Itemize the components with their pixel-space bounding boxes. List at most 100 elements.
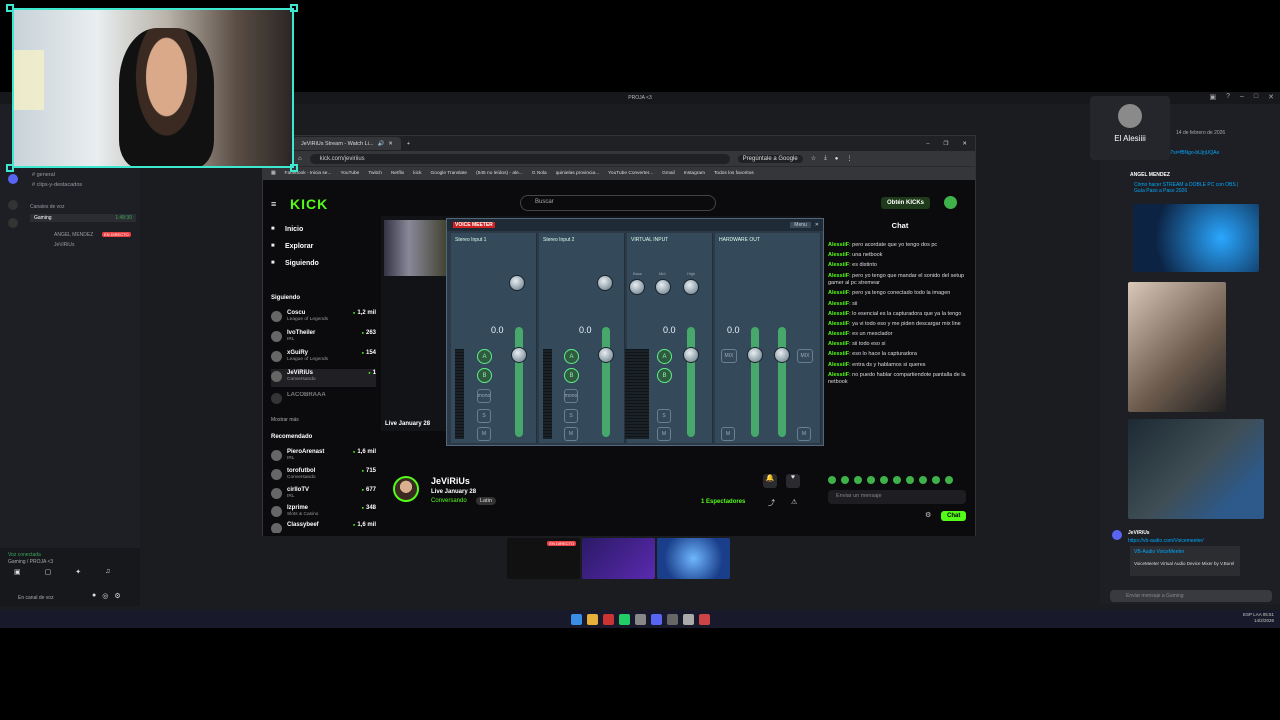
- bookmark[interactable]: quinielas provincia...: [556, 171, 599, 176]
- fader-gain[interactable]: [515, 327, 523, 437]
- bus-a-button[interactable]: A: [657, 349, 672, 364]
- channel-general[interactable]: # general: [0, 170, 140, 180]
- emote-icon[interactable]: [841, 476, 849, 484]
- heart-icon[interactable]: ♥: [786, 474, 800, 488]
- restore-icon[interactable]: ❐: [943, 141, 948, 147]
- message-link[interactable]: https://vb-audio.com/Voicemeeter/: [1128, 538, 1204, 544]
- chat-user[interactable]: AlessiiF: [828, 262, 849, 268]
- get-kicks-button[interactable]: Obtén KICKs: [881, 197, 931, 209]
- emote-icon[interactable]: [906, 476, 914, 484]
- fader-gain[interactable]: [687, 327, 695, 437]
- screen-share-icon[interactable]: ▢: [45, 568, 52, 576]
- fader-handle[interactable]: [774, 347, 790, 363]
- nav-siguiendo[interactable]: Siguiendo: [271, 260, 319, 267]
- chat-user[interactable]: AlessiiF: [828, 331, 849, 337]
- audibility-knob[interactable]: [509, 275, 525, 291]
- file-explorer-icon[interactable]: [586, 613, 598, 625]
- server-icon[interactable]: [8, 200, 18, 210]
- system-tray[interactable]: ESP LAA 05:51 14/2/2026: [1243, 612, 1274, 624]
- bus-a-button[interactable]: A: [564, 349, 579, 364]
- channel-clips[interactable]: # clips-y-destacados: [0, 180, 140, 190]
- message-input[interactable]: Enviar mensaje a Gaming: [1110, 590, 1272, 602]
- followed-channel-active[interactable]: JeViRiUsConversando 1: [271, 369, 376, 387]
- chat-user[interactable]: AlessiiF: [828, 362, 849, 368]
- chat-user[interactable]: AlessiiF: [828, 242, 849, 248]
- voice-member[interactable]: ANGEL MENDEZ: [54, 232, 93, 238]
- bookmark[interactable]: G Nola: [532, 171, 547, 176]
- inbox-icon[interactable]: ▣: [1209, 93, 1216, 101]
- fader-handle[interactable]: [598, 347, 614, 363]
- voice-member[interactable]: JeViRiUs: [54, 242, 74, 248]
- search-input[interactable]: Buscar: [520, 195, 716, 211]
- chat-user[interactable]: AlessiiF: [828, 341, 849, 347]
- emote-icon[interactable]: [828, 476, 836, 484]
- embed-title[interactable]: VB-Audio VoiceMeeter: [1134, 549, 1236, 555]
- fader-handle[interactable]: [683, 347, 699, 363]
- bus-b-button[interactable]: B: [564, 368, 579, 383]
- chat-user[interactable]: AlessiiF: [828, 321, 849, 327]
- mono-button[interactable]: mono: [477, 389, 491, 403]
- ask-google-button[interactable]: Pregúntale a Google: [737, 154, 803, 163]
- avatar[interactable]: [1112, 530, 1122, 540]
- followed-channel[interactable]: xGuiRyLeague of Legends 154: [271, 349, 376, 367]
- headphone-icon[interactable]: ◎: [102, 592, 108, 600]
- solo-button[interactable]: S: [477, 409, 491, 423]
- settings-icon[interactable]: ⚙: [114, 592, 120, 600]
- server-icon[interactable]: [8, 174, 18, 184]
- chat-user[interactable]: AlessiiF: [828, 290, 849, 296]
- close-icon[interactable]: ✕: [1268, 93, 1274, 101]
- kick-logo[interactable]: KICK: [290, 196, 328, 212]
- activity-icon[interactable]: ✦: [75, 568, 81, 576]
- eq-bass-knob[interactable]: [629, 279, 645, 295]
- maximize-icon[interactable]: □: [1254, 93, 1258, 101]
- mute-button[interactable]: M: [477, 427, 491, 441]
- show-more-link[interactable]: Mostrar más: [271, 417, 299, 423]
- bookmark[interactable]: YouTube: [340, 171, 359, 176]
- report-icon[interactable]: ⚠: [791, 498, 797, 506]
- mute-button[interactable]: M: [721, 427, 735, 441]
- fader-handle[interactable]: [747, 347, 763, 363]
- mono-button[interactable]: mono: [564, 389, 578, 403]
- avatar[interactable]: [944, 196, 957, 209]
- obs-icon[interactable]: [666, 613, 678, 625]
- mic-icon[interactable]: ●: [92, 592, 96, 600]
- server-icon[interactable]: [8, 218, 18, 228]
- close-icon[interactable]: ✕: [815, 222, 819, 228]
- fader-handle[interactable]: [511, 347, 527, 363]
- fader-gain[interactable]: [602, 327, 610, 437]
- bookmark[interactable]: Google Translate: [431, 171, 468, 176]
- recommended-channel[interactable]: PieroArenastIRL 1,6 mil: [271, 448, 376, 466]
- message-author[interactable]: JeViRiUs: [1128, 530, 1150, 536]
- share-icon[interactable]: ⤴: [768, 498, 775, 508]
- chat-input[interactable]: Enviar un mensaje: [828, 490, 966, 504]
- whatsapp-icon[interactable]: [618, 613, 630, 625]
- emote-icon[interactable]: [945, 476, 953, 484]
- fader-gain[interactable]: [778, 327, 786, 437]
- url-input[interactable]: kick.com/jeviriius: [309, 153, 730, 164]
- app-icon[interactable]: [634, 613, 646, 625]
- emote-icon[interactable]: [932, 476, 940, 484]
- chat-user[interactable]: AlessiiF: [828, 301, 849, 307]
- chat-user[interactable]: AlessiiF: [828, 273, 849, 279]
- emote-icon[interactable]: [919, 476, 927, 484]
- help-icon[interactable]: ?: [1226, 93, 1230, 101]
- chat-user[interactable]: AlessiiF: [828, 351, 849, 357]
- nav-inicio[interactable]: Inicio: [271, 226, 319, 233]
- mute-button[interactable]: M: [797, 427, 811, 441]
- minimize-icon[interactable]: –: [1240, 93, 1244, 101]
- recommended-channel[interactable]: torofutbolConversando 715: [271, 467, 376, 485]
- recommended-channel[interactable]: Classybeef 1,6 mil: [271, 521, 376, 533]
- chat-user[interactable]: AlessiiF: [828, 311, 849, 317]
- followed-channel-offline[interactable]: LACOBRAAA: [271, 391, 376, 409]
- settings-icon[interactable]: ⚙: [925, 511, 931, 519]
- opera-icon[interactable]: [602, 613, 614, 625]
- profile-icon[interactable]: ●: [835, 156, 839, 162]
- menu-button[interactable]: Menu: [790, 222, 811, 228]
- start-icon[interactable]: [570, 613, 582, 625]
- mix-button[interactable]: MIX: [721, 349, 737, 363]
- language-tag[interactable]: Latin: [476, 497, 496, 505]
- bookmark[interactable]: (545 no leídos) - ale...: [476, 171, 523, 176]
- close-tab-icon[interactable]: ✕: [388, 141, 393, 147]
- video-thumbnail[interactable]: [1133, 204, 1259, 272]
- taskbar-preview[interactable]: [657, 538, 730, 579]
